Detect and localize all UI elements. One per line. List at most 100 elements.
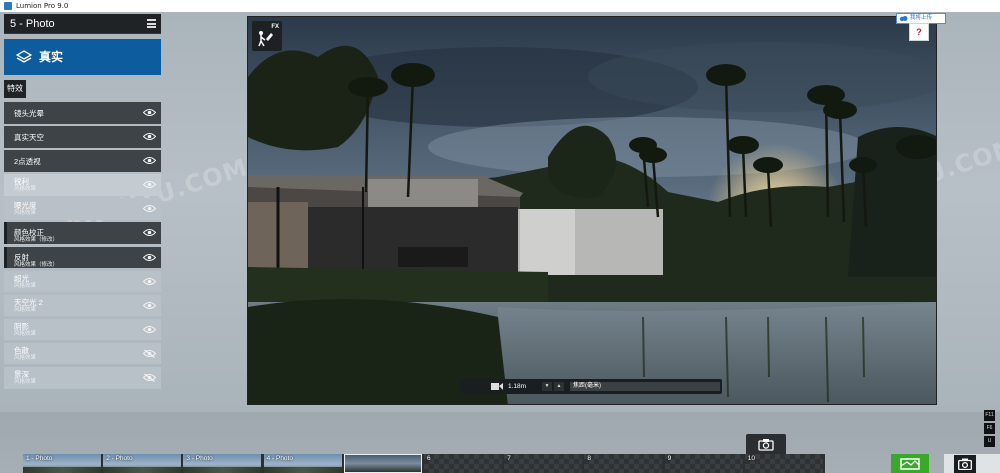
focal-length-field[interactable]: 焦距(毫米) <box>570 382 720 391</box>
effect-name: 超光 <box>14 273 29 283</box>
photo-set-strip: 1 - Photo 2 - Photo 3 - Photo 4 - Photo 6 7 8 9… <box>23 454 825 473</box>
style-button[interactable]: 真实 <box>4 39 161 75</box>
photo-slot[interactable]: 7 <box>504 454 583 473</box>
upload-link-label: 我将上传 <box>910 15 933 21</box>
effect-name: 真实天空 <box>14 133 44 143</box>
photo-slot-label: 6 <box>427 455 431 462</box>
camera-height-value: 1.18m <box>508 383 527 390</box>
rendered-scene-image <box>248 17 936 404</box>
effect-name: 颜色校正 <box>14 228 44 238</box>
photo-slot-label: 1 - Photo <box>26 455 53 462</box>
effect-name: 锐利 <box>14 177 29 187</box>
app-icon <box>4 2 12 10</box>
effect-row[interactable]: 阴影 风格效果 <box>4 318 161 341</box>
effect-name: 色散 <box>14 345 29 355</box>
effect-subtitle: 风格效果（修改） <box>14 237 59 244</box>
save-photo-panel <box>944 454 1000 473</box>
function-key-u[interactable]: U <box>984 436 995 447</box>
photo-slot[interactable] <box>343 454 422 473</box>
render-photo-button[interactable] <box>891 454 929 473</box>
eye-icon[interactable] <box>143 204 156 213</box>
tab-effects[interactable]: 特效 <box>4 80 26 98</box>
effect-name: 2点透视 <box>14 157 41 167</box>
eye-icon[interactable] <box>143 253 156 262</box>
camera-down-button[interactable]: ▼ <box>542 382 552 391</box>
effect-row[interactable]: 超光 风格效果 <box>4 270 161 293</box>
camera-icon <box>958 458 972 470</box>
photo-slot[interactable]: 3 - Photo <box>183 454 262 473</box>
help-button[interactable]: ? <box>909 23 929 41</box>
effect-name: 曝光度 <box>14 201 37 211</box>
style-label: 真实 <box>39 50 64 64</box>
effect-name: 天空光 2 <box>14 297 43 307</box>
selected-indicator <box>4 222 7 244</box>
function-key-hints: F11 F6 U <box>984 410 996 449</box>
effect-name: 镜头光晕 <box>14 109 44 118</box>
effect-name: 阴影 <box>14 321 29 331</box>
photo-mode-button[interactable] <box>954 455 976 473</box>
eye-icon[interactable] <box>143 156 156 165</box>
effect-row[interactable]: 真实天空 <box>4 126 161 148</box>
function-key-f6[interactable]: F6 <box>984 423 995 434</box>
photo-slot-label: 4 - Photo <box>266 455 293 462</box>
camera-icon <box>758 439 774 451</box>
photo-slot-label: 8 <box>587 455 592 462</box>
effect-row[interactable]: 锐利 风格效果 <box>4 174 161 196</box>
eye-icon[interactable] <box>143 132 156 141</box>
bottom-panel: 1 - Photo 2 - Photo 3 - Photo 4 - Photo 6 7 8 9… <box>0 412 1000 473</box>
photo-slot-label: 7 <box>507 455 511 462</box>
eye-icon[interactable] <box>143 277 156 286</box>
photo-slot-label: 3 - Photo <box>186 455 213 462</box>
save-camera-view-button[interactable] <box>746 434 786 454</box>
panel-header: 5 - Photo <box>4 14 161 34</box>
photo-slot[interactable]: 1 - Photo <box>23 454 101 473</box>
photo-viewport[interactable]: FX 1.18m ▼ ▲ 焦距(毫米) <box>247 16 937 405</box>
eye-icon[interactable] <box>143 228 156 237</box>
effect-subtitle: 风格效果 <box>14 282 37 289</box>
effect-subtitle: 风格效果 <box>14 306 37 313</box>
effect-name: 景深 <box>14 370 29 380</box>
render-icon <box>900 458 920 470</box>
eye-icon[interactable] <box>143 301 156 310</box>
camera-control-bar: 1.18m ▼ ▲ 焦距(毫米) <box>460 379 722 394</box>
effect-row[interactable]: 色散 风格效果 <box>4 342 161 365</box>
effect-subtitle: 风格效果 <box>14 210 37 217</box>
window-title: Lumion Pro 9.0 <box>16 2 69 10</box>
tools-icon <box>258 31 273 47</box>
photo-slot[interactable]: 2 - Photo <box>103 454 182 473</box>
eye-off-icon[interactable] <box>143 373 156 383</box>
effect-row[interactable]: 颜色校正 风格效果（修改） <box>4 222 161 244</box>
selected-indicator <box>4 246 7 269</box>
panel-title: 5 - Photo <box>10 18 55 30</box>
effect-row[interactable]: 景深 风格效果 <box>4 367 161 389</box>
eye-icon[interactable] <box>143 325 156 334</box>
photo-slot[interactable]: 4 - Photo <box>263 454 342 473</box>
effect-row[interactable]: 天空光 2 风格效果 <box>4 294 161 317</box>
effect-subtitle: 风格效果 <box>14 379 37 386</box>
layers-icon <box>16 50 32 63</box>
effect-row[interactable]: 2点透视 <box>4 150 161 172</box>
video-camera-icon[interactable] <box>491 382 503 391</box>
photo-slot-label: 9 <box>667 455 672 462</box>
effects-list: 镜头光晕 真实天空 2点透视 锐利 风格效果 曝光度 风格效果 颜色校正 风格效果（修改） 反射风… <box>4 102 161 389</box>
photo-slot[interactable]: 6 <box>424 454 502 473</box>
effect-row[interactable]: 镜头光晕 <box>4 102 161 124</box>
hamburger-menu-icon[interactable] <box>147 19 156 28</box>
effect-row[interactable]: 反射 风格效果（修改） <box>4 246 161 269</box>
eye-off-icon[interactable] <box>143 349 156 358</box>
title-bar: Lumion Pro 9.0 <box>0 0 1000 12</box>
photo-slot[interactable]: 10 <box>744 454 823 473</box>
photo-slot[interactable]: 8 <box>584 454 663 473</box>
effect-subtitle: 风格效果 <box>14 186 37 193</box>
eye-icon[interactable] <box>143 180 156 189</box>
photo-slot[interactable]: 9 <box>664 454 743 473</box>
photo-slot-label: 2 - Photo <box>106 455 133 462</box>
effect-subtitle: 风格效果（修改） <box>14 261 59 268</box>
camera-up-button[interactable]: ▲ <box>554 382 564 391</box>
function-key-f11[interactable]: F11 <box>984 410 995 421</box>
sidebar: 5 - Photo 真实 特效 镜头光晕 真实天空 2点透视 锐利 风格效果 曝光度 风格效… <box>4 14 161 391</box>
eye-icon[interactable] <box>143 108 156 117</box>
fx-badge[interactable]: FX <box>252 21 282 51</box>
effect-subtitle: 风格效果 <box>14 330 37 337</box>
effect-row[interactable]: 曝光度 风格效果 <box>4 198 161 220</box>
